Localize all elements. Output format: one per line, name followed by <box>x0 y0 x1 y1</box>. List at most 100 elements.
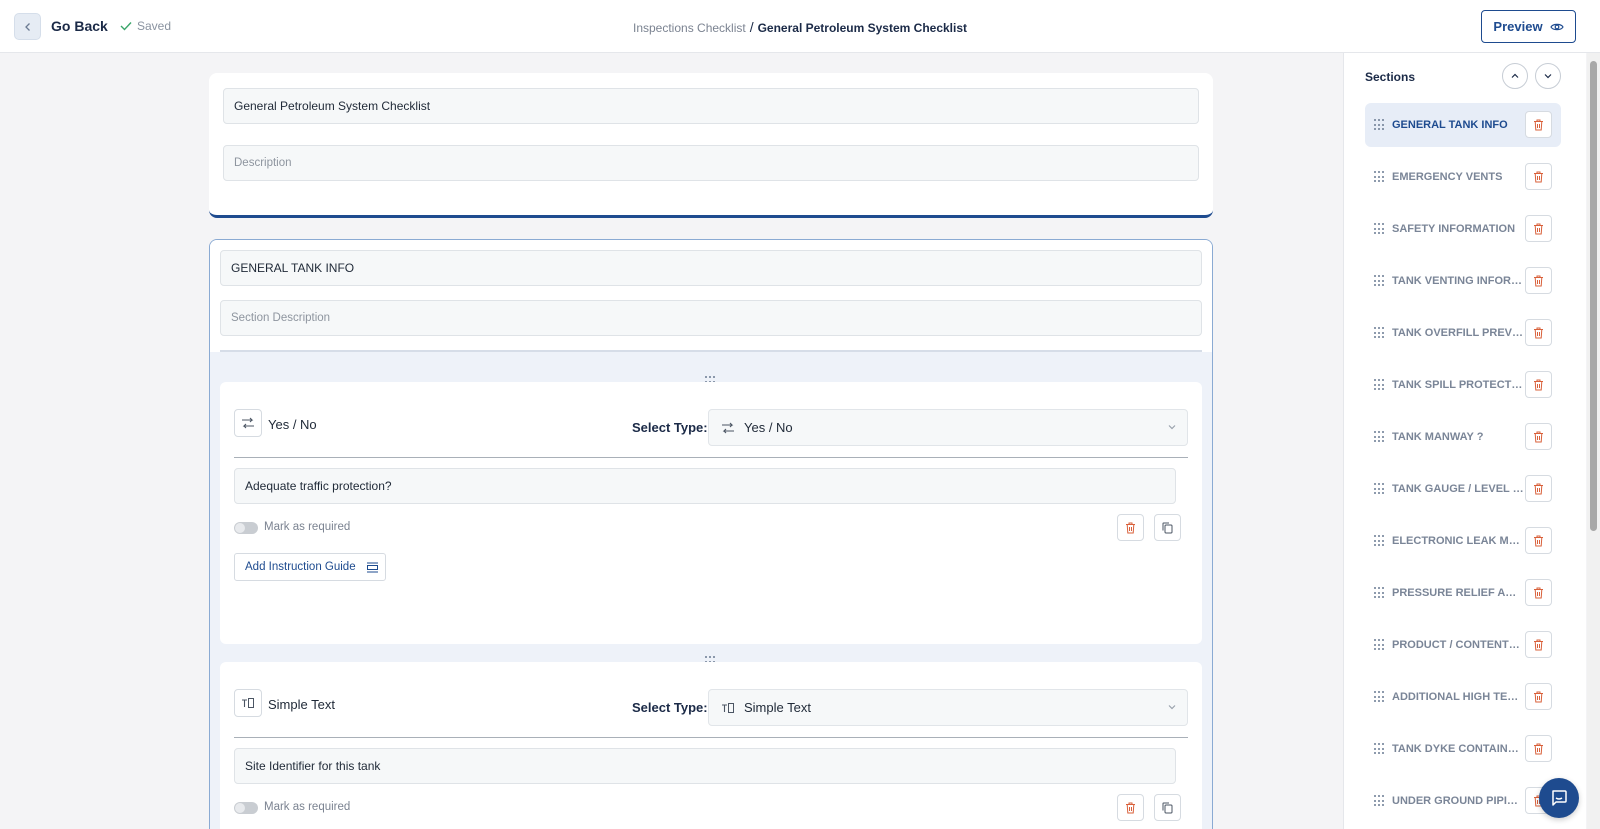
yes-no-icon <box>722 422 734 433</box>
yes-no-type-icon <box>234 409 262 437</box>
question-divider <box>234 457 1188 458</box>
sidebar-section-label: TANK SPILL PROTECTION INFO <box>1392 379 1524 391</box>
sidebar-section-item[interactable]: TANK OVERFILL PREVENTION <box>1365 311 1561 355</box>
chevron-up-icon <box>1511 73 1519 78</box>
delete-section-button[interactable] <box>1525 215 1552 242</box>
delete-section-button[interactable] <box>1525 683 1552 710</box>
required-label: Mark as required <box>264 801 351 813</box>
select-value: Yes / No <box>744 420 793 435</box>
trash-icon <box>1534 327 1543 338</box>
delete-section-button[interactable] <box>1525 735 1552 762</box>
delete-section-button[interactable] <box>1525 163 1552 190</box>
sidebar-section-item[interactable]: GENERAL TANK INFO <box>1365 103 1561 147</box>
required-label: Mark as required <box>264 521 351 533</box>
sidebar-section-item[interactable]: TANK SPILL PROTECTION INFO <box>1365 363 1561 407</box>
drag-handle-icon[interactable] <box>1374 743 1386 755</box>
sidebar-section-label: UNDER GROUND PIPING ? <box>1392 795 1524 807</box>
trash-icon <box>1534 691 1543 702</box>
drag-handle-icon[interactable] <box>1374 223 1386 235</box>
sidebar-section-item[interactable]: ELECTRONIC LEAK MONITOR <box>1365 519 1561 563</box>
question-type-select[interactable]: Yes / No <box>708 409 1188 446</box>
sidebar-section-label: EMERGENCY VENTS <box>1392 171 1503 183</box>
delete-section-button[interactable] <box>1525 111 1552 138</box>
required-toggle[interactable] <box>234 522 258 534</box>
duplicate-question-button[interactable] <box>1154 514 1181 541</box>
sidebar-section-item[interactable]: PRESSURE RELIEF AG PIPING <box>1365 571 1561 615</box>
sidebar-section-label: PRESSURE RELIEF AG PIPING <box>1392 587 1524 599</box>
drag-handle-icon[interactable] <box>1374 431 1386 443</box>
drag-handle-icon[interactable] <box>1374 327 1386 339</box>
preview-label: Preview <box>1493 19 1543 34</box>
drag-handle-icon[interactable] <box>1374 171 1386 183</box>
drag-handle-icon[interactable] <box>1374 691 1386 703</box>
breadcrumb-current: General Petroleum System Checklist <box>757 21 968 35</box>
breadcrumb-separator: / <box>749 19 754 35</box>
preview-button[interactable]: Preview <box>1481 10 1576 43</box>
trash-icon <box>1534 431 1543 442</box>
drag-handle-icon[interactable] <box>1374 379 1386 391</box>
breadcrumb-parent[interactable]: Inspections Checklist <box>633 21 746 35</box>
drag-handle-icon[interactable] <box>1374 535 1386 547</box>
trash-icon <box>1534 587 1543 598</box>
checklist-title-input[interactable]: General Petroleum System Checklist <box>223 88 1199 124</box>
delete-section-button[interactable] <box>1525 579 1552 606</box>
drag-handle-icon[interactable] <box>1374 119 1386 131</box>
sidebar-section-item[interactable]: TANK VENTING INFORMATION <box>1365 259 1561 303</box>
drag-handle-icon[interactable] <box>1374 587 1386 599</box>
delete-section-button[interactable] <box>1525 267 1552 294</box>
guide-label: Add Instruction Guide <box>245 561 356 573</box>
delete-section-button[interactable] <box>1525 371 1552 398</box>
section-description-input[interactable]: Section Description <box>220 300 1202 336</box>
chevron-down-icon <box>1168 705 1176 710</box>
sidebar-section-item[interactable]: SAFETY INFORMATION <box>1365 207 1561 251</box>
add-instruction-guide-button[interactable]: Add Instruction Guide <box>234 553 386 581</box>
section-title-input[interactable]: GENERAL TANK INFO <box>220 250 1202 286</box>
required-toggle[interactable] <box>234 802 258 814</box>
sidebar-section-label: PRODUCT / CONTENTS CHECK <box>1392 639 1524 651</box>
trash-icon <box>1534 379 1543 390</box>
delete-question-button[interactable] <box>1117 514 1144 541</box>
delete-section-button[interactable] <box>1525 475 1552 502</box>
breadcrumb: Inspections Checklist / General Petroleum … <box>0 19 1600 35</box>
chat-button[interactable] <box>1539 778 1579 818</box>
sidebar-section-label: TANK GAUGE / LEVEL MONITOR <box>1392 483 1524 495</box>
section-card: GENERAL TANK INFO Section Description Ye… <box>209 239 1213 829</box>
scrollbar-thumb[interactable] <box>1590 61 1597 531</box>
sidebar-section-item[interactable]: ADDITIONAL HIGH TECHNOLOGY <box>1365 675 1561 719</box>
move-section-down-button[interactable] <box>1535 63 1561 89</box>
checklist-description-input[interactable]: Description <box>223 145 1199 181</box>
sidebar-section-item[interactable]: TANK DYKE CONTAINMENT <box>1365 727 1561 771</box>
drag-handle-icon[interactable] <box>1374 483 1386 495</box>
question-type-label: Simple Text <box>268 697 335 712</box>
sidebar-section-item[interactable]: TANK MANWAY ? <box>1365 415 1561 459</box>
question-text-input[interactable]: Adequate traffic protection? <box>234 468 1176 504</box>
delete-section-button[interactable] <box>1525 423 1552 450</box>
question-type-label: Yes / No <box>268 417 317 432</box>
question-text-input[interactable]: Site Identifier for this tank <box>234 748 1176 784</box>
move-section-up-button[interactable] <box>1502 63 1528 89</box>
top-bar: Go Back Saved Inspections Checklist / Gene… <box>0 0 1600 53</box>
chat-icon <box>1552 790 1567 806</box>
select-value: Simple Text <box>744 700 811 715</box>
select-type-label: Select Type: <box>632 700 708 715</box>
trash-icon <box>1534 119 1543 130</box>
drag-handle-icon[interactable] <box>1374 275 1386 287</box>
question-type-select[interactable]: Simple Text <box>708 689 1188 726</box>
sidebar-section-item[interactable]: TANK GAUGE / LEVEL MONITOR <box>1365 467 1561 511</box>
duplicate-question-button[interactable] <box>1154 794 1181 821</box>
drag-handle-icon[interactable] <box>1374 639 1386 651</box>
scrollbar[interactable] <box>1587 53 1600 829</box>
section-divider <box>220 350 1202 352</box>
delete-section-button[interactable] <box>1525 631 1552 658</box>
sidebar-section-item[interactable]: EMERGENCY VENTS <box>1365 155 1561 199</box>
drag-handle-icon[interactable] <box>1374 795 1386 807</box>
eye-icon <box>1549 23 1564 30</box>
sidebar-section-label: TANK DYKE CONTAINMENT <box>1392 743 1524 755</box>
delete-section-button[interactable] <box>1525 527 1552 554</box>
copy-icon <box>1162 522 1173 533</box>
delete-section-button[interactable] <box>1525 319 1552 346</box>
delete-question-button[interactable] <box>1117 794 1144 821</box>
sidebar-section-item[interactable]: UNDER GROUND PIPING ? <box>1365 779 1561 823</box>
trash-icon <box>1534 639 1543 650</box>
sidebar-section-item[interactable]: PRODUCT / CONTENTS CHECK <box>1365 623 1561 667</box>
